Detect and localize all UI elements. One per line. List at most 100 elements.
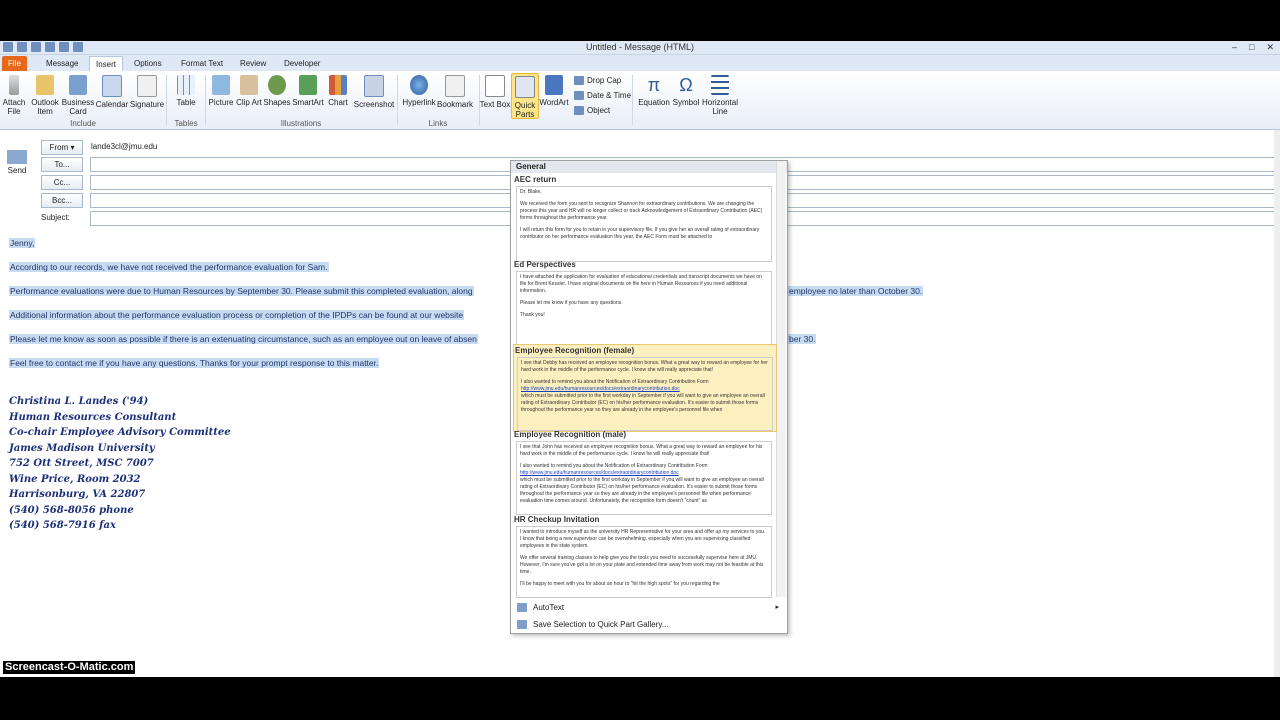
- ribbon-tabs: File Message Insert Options Format Text …: [0, 55, 1280, 72]
- chart-label: Chart: [328, 98, 348, 107]
- horizontal-line-button[interactable]: Horizontal Line: [700, 75, 740, 116]
- quick-part-employee-recognition-male[interactable]: Employee Recognition (male) I see that J…: [513, 429, 775, 515]
- quick-part-name: Employee Recognition (male): [514, 430, 627, 439]
- line-3-text: Additional information about the perform…: [9, 310, 465, 320]
- group-include-label: Include: [70, 119, 96, 128]
- picture-label: Picture: [208, 98, 234, 107]
- paperclip-icon: [9, 75, 19, 95]
- signature-line: (540) 568-8056 phone: [9, 505, 134, 516]
- drop-cap-icon: [574, 76, 584, 85]
- quick-parts-button[interactable]: Quick Parts: [511, 73, 539, 119]
- preview-link: http://www.jmu.edu/humanresources/docs/e…: [520, 470, 679, 476]
- signature-line: Wine Price, Room 2032: [9, 474, 141, 485]
- wordart-button[interactable]: WordArt: [537, 75, 571, 107]
- ribbon-separator: [397, 75, 398, 125]
- chevron-right-icon: ▸: [775, 604, 779, 611]
- line-1-text: According to our records, we have not re…: [9, 262, 329, 272]
- drop-cap-button[interactable]: Drop Cap: [574, 76, 621, 85]
- equation-label: Equation: [638, 98, 670, 107]
- outlook-window: Untitled - Message (HTML) – □ ✕ File Mes…: [0, 41, 1280, 677]
- preview-paragraph: I also wanted to remind you about the No…: [520, 463, 708, 469]
- chart-icon: [329, 75, 347, 95]
- quick-part-ed-perspectives[interactable]: Ed Perspectives I have attached the appl…: [513, 259, 775, 347]
- tab-developer[interactable]: Developer: [278, 56, 326, 71]
- body-line-4-tail: ber 30.: [788, 333, 817, 345]
- screenshot-label: Screenshot: [353, 100, 395, 109]
- preview-paragraph: I also wanted to remind you about the No…: [521, 379, 709, 385]
- outlook-item-button[interactable]: Outlook Item: [28, 75, 62, 116]
- preview-paragraph: which must be submitted prior to the fir…: [520, 477, 764, 504]
- table-button[interactable]: Table: [168, 75, 204, 107]
- shapes-label: Shapes: [263, 98, 291, 107]
- line-4a-text: Please let me know as soon as possible i…: [9, 334, 478, 344]
- preview-paragraph: I see that John has received an employee…: [520, 444, 763, 457]
- date-time-button[interactable]: Date & Time: [574, 91, 631, 100]
- business-card-label: Business Card: [61, 98, 95, 116]
- preview-paragraph: I wanted to introduce myself as the univ…: [520, 529, 766, 549]
- preview-paragraph: I will return this form for you to retai…: [520, 227, 760, 240]
- send-button[interactable]: Send: [3, 150, 31, 182]
- quick-part-employee-recognition-female[interactable]: Employee Recognition (female) I see that…: [513, 344, 777, 432]
- bcc-button[interactable]: Bcc...: [41, 193, 83, 208]
- text-box-label: Text Box: [479, 100, 511, 109]
- body-line-2-tail: employee no later than October 30.: [788, 285, 924, 297]
- attach-file-button[interactable]: Attach File: [0, 75, 28, 116]
- symbol-button[interactable]: Ω Symbol: [670, 75, 702, 107]
- wordart-icon: [545, 75, 563, 95]
- bookmark-button[interactable]: Bookmark: [437, 75, 473, 109]
- maximize-icon[interactable]: □: [1249, 41, 1254, 53]
- wordart-label: WordArt: [539, 98, 569, 107]
- tab-file[interactable]: File: [2, 56, 27, 71]
- business-card-button[interactable]: Business Card: [60, 75, 96, 116]
- window-title: Untitled - Message (HTML): [585, 42, 695, 52]
- subject-label: Subject:: [41, 213, 70, 222]
- text-box-icon: [485, 75, 505, 97]
- object-button[interactable]: Object: [574, 106, 610, 115]
- body-line-4: Please let me know as soon as possible i…: [9, 333, 478, 345]
- signature-button[interactable]: Signature: [129, 75, 165, 109]
- tab-review[interactable]: Review: [234, 56, 272, 71]
- calendar-button[interactable]: Calendar: [94, 75, 130, 109]
- signature-label: Signature: [129, 100, 165, 109]
- save-selection-label: Save Selection to Quick Part Gallery...: [533, 620, 669, 629]
- preview-link: http://www.jmu.edu/humanresources/docs/e…: [521, 386, 680, 392]
- object-icon: [574, 106, 584, 115]
- date-time-icon: [574, 91, 584, 100]
- cc-button[interactable]: Cc...: [41, 175, 83, 190]
- from-button[interactable]: From ▾: [41, 140, 83, 155]
- preview-paragraph: Dr. Blake,: [520, 189, 542, 195]
- screenshot-button[interactable]: Screenshot: [353, 75, 395, 109]
- tab-message[interactable]: Message: [40, 56, 84, 71]
- to-button[interactable]: To...: [41, 157, 83, 172]
- tab-format-text[interactable]: Format Text: [175, 56, 229, 71]
- quick-part-aec-return[interactable]: AEC return Dr. Blake, We received the fo…: [513, 174, 775, 262]
- tab-options[interactable]: Options: [128, 56, 168, 71]
- text-box-button[interactable]: Text Box: [478, 75, 512, 109]
- pi-icon: π: [647, 75, 661, 95]
- signature-line: Harrisonburg, VA 22807: [9, 489, 146, 500]
- save-selection-menu-item[interactable]: Save Selection to Quick Part Gallery...: [511, 616, 787, 633]
- equation-button[interactable]: π Equation: [636, 75, 672, 107]
- group-tables-label: Tables: [174, 119, 198, 128]
- body-scrollbar[interactable]: [1274, 130, 1280, 677]
- quick-part-hr-checkup-invitation[interactable]: HR Checkup Invitation I wanted to introd…: [513, 514, 775, 598]
- screenshot-icon: [364, 75, 384, 97]
- signature-line: Co-chair Employee Advisory Committee: [9, 427, 231, 438]
- hyperlink-button[interactable]: Hyperlink: [400, 75, 438, 107]
- close-icon[interactable]: ✕: [1266, 41, 1274, 53]
- send-icon: [7, 150, 27, 164]
- quick-parts-gallery: General AEC return Dr. Blake, We receive…: [510, 160, 788, 634]
- autotext-menu-item[interactable]: AutoText ▸: [511, 599, 787, 616]
- chart-button[interactable]: Chart: [320, 75, 356, 107]
- table-icon: [177, 75, 195, 95]
- minimize-icon[interactable]: –: [1232, 41, 1237, 53]
- line-4b-text: ber 30.: [788, 334, 817, 344]
- gallery-section-general: General: [511, 161, 787, 173]
- tab-insert[interactable]: Insert: [89, 56, 124, 72]
- quick-part-name: Ed Perspectives: [514, 260, 576, 269]
- signature-line: Christina L. Landes ('94): [9, 396, 149, 407]
- autotext-icon: [517, 603, 527, 612]
- watermark: Screencast-O-Matic.com: [3, 661, 136, 674]
- gallery-scrollbar[interactable]: [776, 161, 786, 597]
- preview-paragraph: Thank you!: [520, 312, 545, 318]
